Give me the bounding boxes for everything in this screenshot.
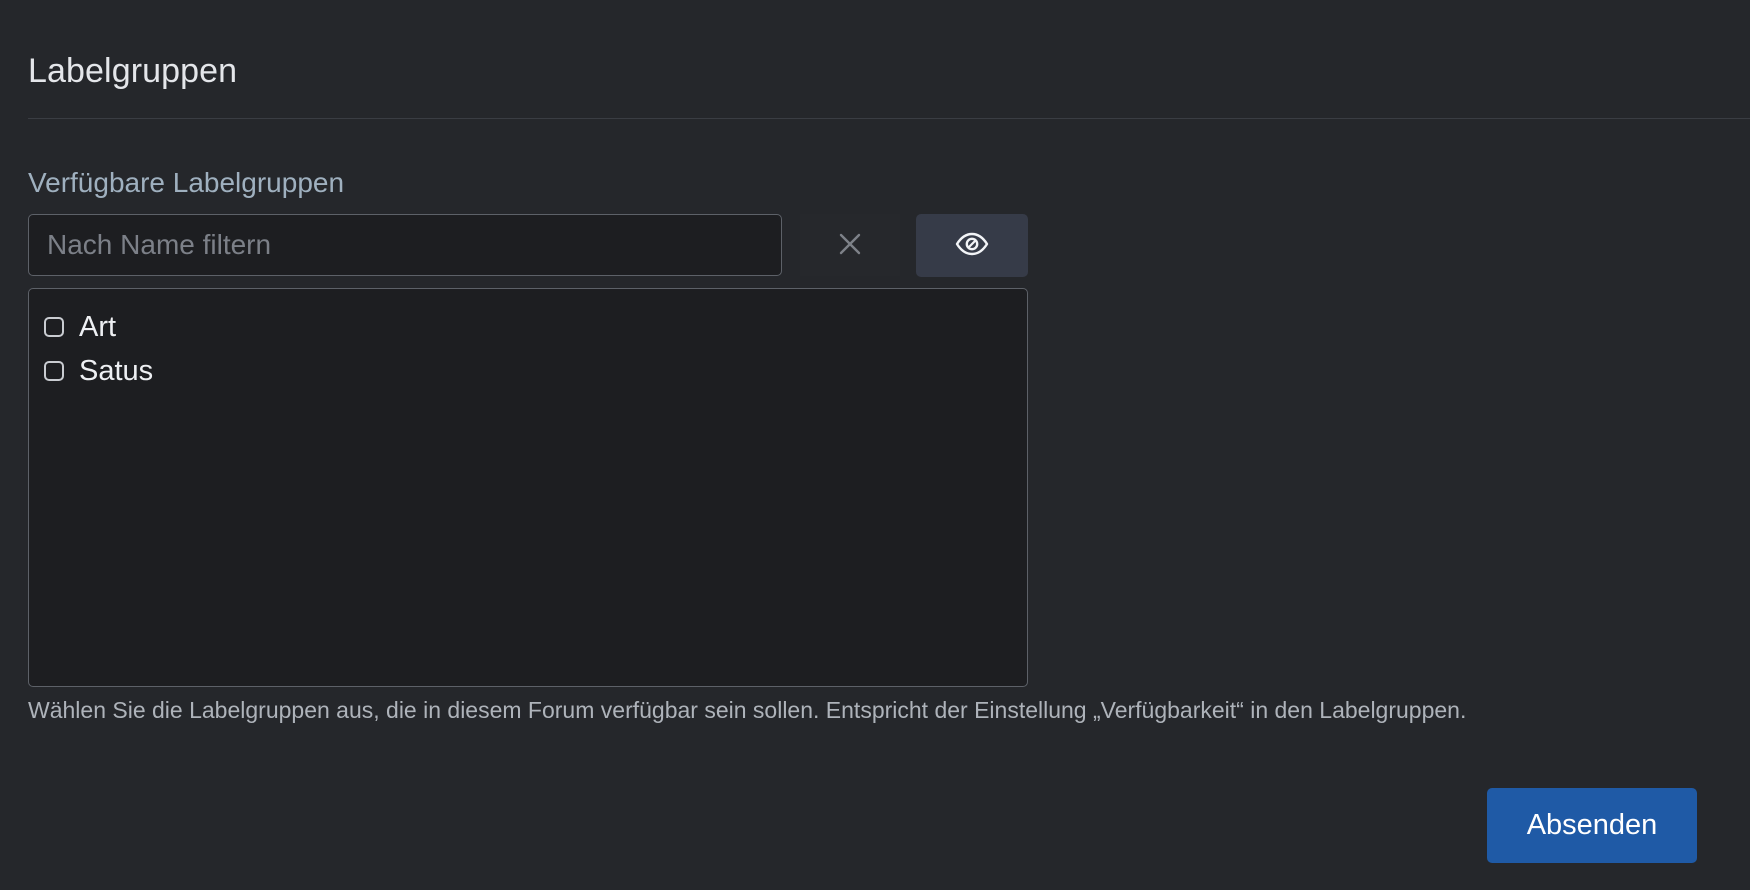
checkbox-art[interactable] xyxy=(44,317,64,337)
close-icon xyxy=(838,232,862,259)
checkbox-satus[interactable] xyxy=(44,361,64,381)
submit-button[interactable]: Absenden xyxy=(1487,788,1697,863)
list-item-art[interactable]: Art xyxy=(29,305,1027,349)
section-title: Labelgruppen xyxy=(28,52,238,90)
list-item-label: Satus xyxy=(79,354,154,387)
eye-icon xyxy=(955,232,989,259)
section-divider xyxy=(28,118,1750,119)
filter-input[interactable] xyxy=(28,214,782,276)
available-label-groups-label: Verfügbare Labelgruppen xyxy=(28,167,345,198)
list-item-satus[interactable]: Satus xyxy=(29,349,1027,393)
label-group-list: Art Satus xyxy=(28,288,1028,687)
label-groups-page: Labelgruppen Verfügbare Labelgruppen Art… xyxy=(0,0,1750,890)
list-item-label: Art xyxy=(79,310,117,343)
clear-filter-button[interactable] xyxy=(800,214,900,276)
help-text: Wählen Sie die Labelgruppen aus, die in … xyxy=(28,697,1467,723)
toggle-selected-button[interactable] xyxy=(916,214,1028,277)
